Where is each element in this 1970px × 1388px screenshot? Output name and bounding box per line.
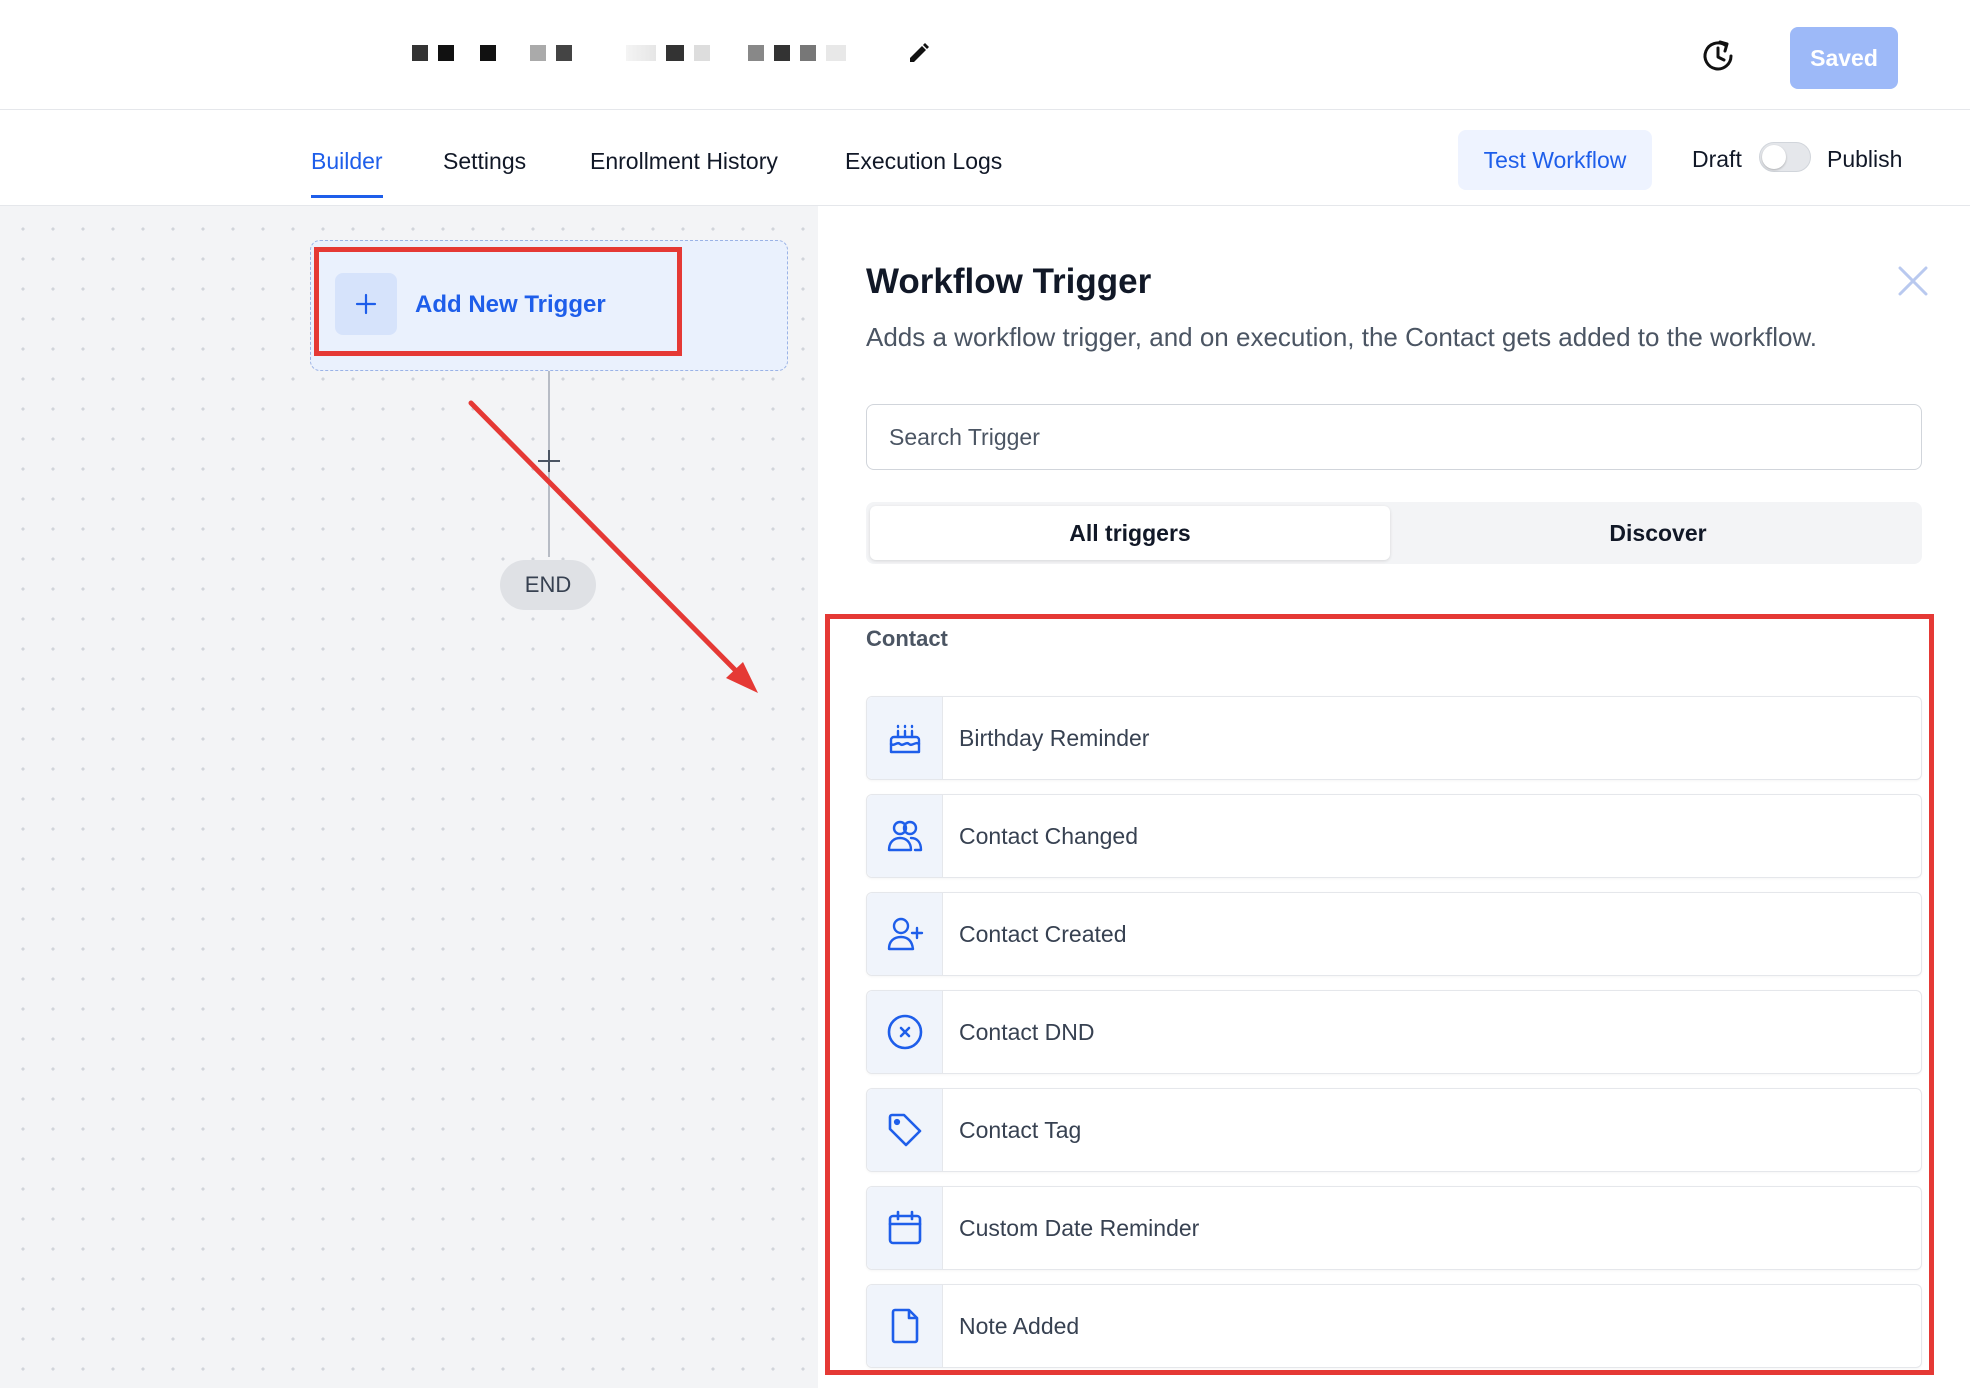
trigger-item-contact-dnd[interactable]: Contact DND	[866, 990, 1922, 1074]
trigger-panel: Workflow Trigger Adds a workflow trigger…	[818, 206, 1970, 1388]
add-trigger-button[interactable]	[335, 273, 397, 335]
plus-icon	[355, 293, 377, 315]
trigger-item-label: Birthday Reminder	[959, 725, 1150, 751]
add-trigger-label[interactable]: Add New Trigger	[415, 291, 606, 319]
edit-title-button[interactable]	[904, 38, 934, 68]
trigger-filter-segment: All triggers Discover	[866, 502, 1922, 564]
users-icon	[887, 820, 922, 852]
document-icon	[891, 1308, 918, 1344]
trigger-item-birthday-reminder[interactable]: Birthday Reminder	[866, 696, 1922, 780]
plus-icon	[538, 450, 560, 472]
toggle-knob	[1762, 145, 1786, 169]
close-panel-button[interactable]	[1894, 262, 1932, 300]
segment-all-triggers[interactable]: All triggers	[870, 506, 1390, 560]
tab-settings[interactable]: Settings	[443, 148, 526, 195]
birthday-cake-icon	[889, 724, 920, 754]
trigger-item-contact-changed[interactable]: Contact Changed	[866, 794, 1922, 878]
panel-title: Workflow Trigger	[866, 262, 1152, 301]
close-icon	[1898, 266, 1928, 296]
builder-canvas[interactable]: Add New Trigger END	[0, 206, 818, 1388]
segment-discover[interactable]: Discover	[1398, 506, 1918, 560]
top-header: Saved	[0, 0, 1970, 110]
tab-execution-logs[interactable]: Execution Logs	[845, 148, 1002, 195]
search-trigger-input[interactable]	[866, 404, 1922, 470]
trigger-item-label: Contact Created	[959, 921, 1127, 947]
draft-label: Draft	[1692, 146, 1742, 172]
workflow-title-redacted	[412, 42, 846, 64]
circle-x-icon	[887, 1014, 922, 1050]
trigger-item-label: Custom Date Reminder	[959, 1215, 1200, 1241]
tag-icon	[888, 1113, 921, 1147]
publish-label: Publish	[1827, 146, 1903, 172]
add-trigger-card[interactable]: Add New Trigger	[310, 240, 788, 371]
calendar-icon	[888, 1210, 921, 1245]
trigger-item-custom-date-reminder[interactable]: Custom Date Reminder	[866, 1186, 1922, 1270]
tab-enrollment-history[interactable]: Enrollment History	[590, 148, 778, 195]
trigger-item-contact-tag[interactable]: Contact Tag	[866, 1088, 1922, 1172]
section-label-contact: Contact	[866, 626, 948, 651]
test-workflow-button[interactable]: Test Workflow	[1458, 130, 1652, 190]
tabs-bar: Builder Settings Enrollment History Exec…	[0, 110, 1970, 206]
pencil-icon	[910, 43, 929, 62]
tab-builder[interactable]: Builder	[311, 148, 383, 198]
publish-toggle[interactable]	[1759, 142, 1811, 172]
trigger-item-label: Contact DND	[959, 1019, 1095, 1045]
trigger-item-label: Contact Changed	[959, 823, 1139, 849]
history-icon	[1703, 40, 1733, 71]
trigger-item-note-added[interactable]: Note Added	[866, 1284, 1922, 1368]
panel-subtitle: Adds a workflow trigger, and on executio…	[866, 322, 1818, 352]
saved-button[interactable]: Saved	[1790, 27, 1898, 89]
user-plus-icon	[887, 917, 923, 951]
trigger-item-contact-created[interactable]: Contact Created	[866, 892, 1922, 976]
trigger-item-label: Note Added	[959, 1313, 1080, 1339]
trigger-item-label: Contact Tag	[959, 1117, 1082, 1143]
add-step-button[interactable]	[534, 446, 564, 476]
end-node: END	[500, 560, 596, 610]
history-button[interactable]	[1696, 34, 1740, 78]
